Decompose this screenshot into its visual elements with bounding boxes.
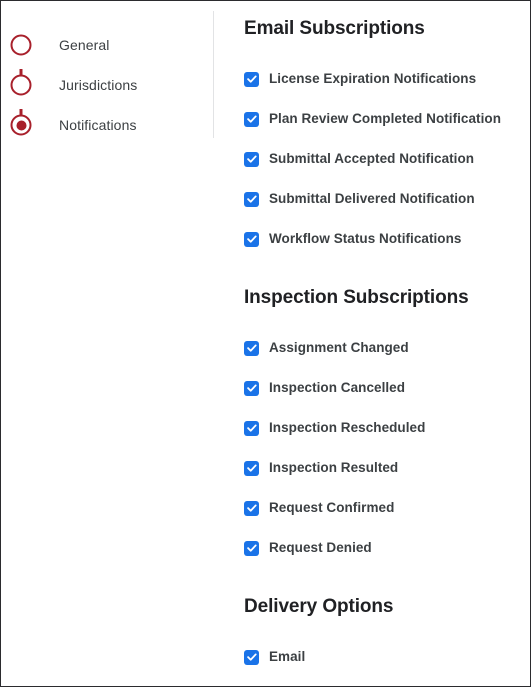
stepper-step-label: General (59, 37, 110, 53)
option-label: Inspection Cancelled (269, 380, 406, 396)
option-row-request-denied[interactable]: Request Denied (244, 528, 530, 568)
section-title: Inspection Subscriptions (244, 287, 469, 308)
stepper-step-jurisdictions[interactable]: Jurisdictions (1, 65, 213, 105)
checkbox-submittal-delivered-notification[interactable] (244, 191, 259, 207)
option-label: Submittal Accepted Notification (269, 151, 475, 167)
option-row-submittal-delivered-notification[interactable]: Submittal Delivered Notification (244, 179, 530, 219)
checkmark-icon (246, 344, 257, 352)
checkbox-request-denied[interactable] (244, 540, 259, 556)
section-inspection-subscriptions: Inspection Subscriptions Assignment Chan… (244, 288, 530, 568)
checkmark-icon (246, 544, 257, 552)
checkmark-icon (246, 384, 257, 392)
checkbox-request-confirmed[interactable] (244, 500, 259, 516)
checkmark-icon (246, 653, 257, 661)
checkbox-submittal-accepted-notification[interactable] (244, 151, 259, 167)
checkbox-workflow-status-notifications[interactable] (244, 231, 259, 247)
checkmark-icon (246, 424, 257, 432)
option-label: Submittal Delivered Notification (269, 191, 475, 207)
stepper-step-general[interactable]: General (1, 25, 213, 65)
stepper-step-label: Jurisdictions (59, 77, 138, 93)
option-row-workflow-status-notifications[interactable]: Workflow Status Notifications (244, 219, 530, 259)
panel-divider (213, 11, 214, 138)
stepper-step-list: General Jurisdictions Notifications (1, 25, 213, 145)
option-row-inspection-rescheduled[interactable]: Inspection Rescheduled (244, 408, 530, 448)
step-circle-icon (10, 34, 32, 56)
option-row-inspection-cancelled[interactable]: Inspection Cancelled (244, 368, 530, 408)
checkbox-plan-review-completed-notification[interactable] (244, 111, 259, 127)
checkbox-inspection-rescheduled[interactable] (244, 420, 259, 436)
checkmark-icon (246, 235, 257, 243)
option-row-submittal-accepted-notification[interactable]: Submittal Accepted Notification (244, 139, 530, 179)
section-title: Email Subscriptions (244, 18, 425, 39)
checkbox-license-expiration-notifications[interactable] (244, 71, 259, 87)
wizard-stepper-nav: General Jurisdictions Notifications (1, 1, 213, 686)
stepper-step-label: Notifications (59, 117, 137, 133)
step-circle-filled-icon (10, 114, 32, 136)
option-label: Assignment Changed (269, 340, 409, 356)
option-label: Workflow Status Notifications (269, 231, 462, 247)
option-label: Request Confirmed (269, 500, 395, 516)
option-label: Email (269, 649, 306, 665)
option-label: Inspection Rescheduled (269, 420, 426, 436)
checkmark-icon (246, 155, 257, 163)
notifications-settings-page: General Jurisdictions Notifications Emai… (0, 0, 531, 687)
step-circle-icon (10, 74, 32, 96)
checkmark-icon (246, 504, 257, 512)
checkbox-inspection-resulted[interactable] (244, 460, 259, 476)
checkmark-icon (246, 75, 257, 83)
checkbox-inspection-cancelled[interactable] (244, 380, 259, 396)
option-label: Request Denied (269, 540, 372, 556)
section-email-subscriptions: Email Subscriptions License Expiration N… (244, 19, 530, 259)
checkbox-email[interactable] (244, 649, 259, 665)
option-row-inspection-resulted[interactable]: Inspection Resulted (244, 448, 530, 488)
option-row-license-expiration-notifications[interactable]: License Expiration Notifications (244, 59, 530, 99)
section-title: Delivery Options (244, 596, 394, 617)
option-label: Plan Review Completed Notification (269, 111, 501, 127)
stepper-step-notifications[interactable]: Notifications (1, 105, 213, 145)
option-row-request-confirmed[interactable]: Request Confirmed (244, 488, 530, 528)
section-delivery-options: Delivery Options Email SMS (244, 596, 530, 686)
option-row-assignment-changed[interactable]: Assignment Changed (244, 328, 530, 368)
option-label: Inspection Resulted (269, 460, 399, 476)
checkbox-assignment-changed[interactable] (244, 340, 259, 356)
option-row-plan-review-completed-notification[interactable]: Plan Review Completed Notification (244, 99, 530, 139)
option-label: License Expiration Notifications (269, 71, 477, 87)
checkmark-icon (246, 115, 257, 123)
checkmark-icon (246, 464, 257, 472)
notifications-options-panel: Email Subscriptions License Expiration N… (244, 1, 530, 686)
option-row-email[interactable]: Email (244, 637, 530, 677)
option-row-sms[interactable]: SMS (244, 677, 530, 686)
checkmark-icon (246, 195, 257, 203)
